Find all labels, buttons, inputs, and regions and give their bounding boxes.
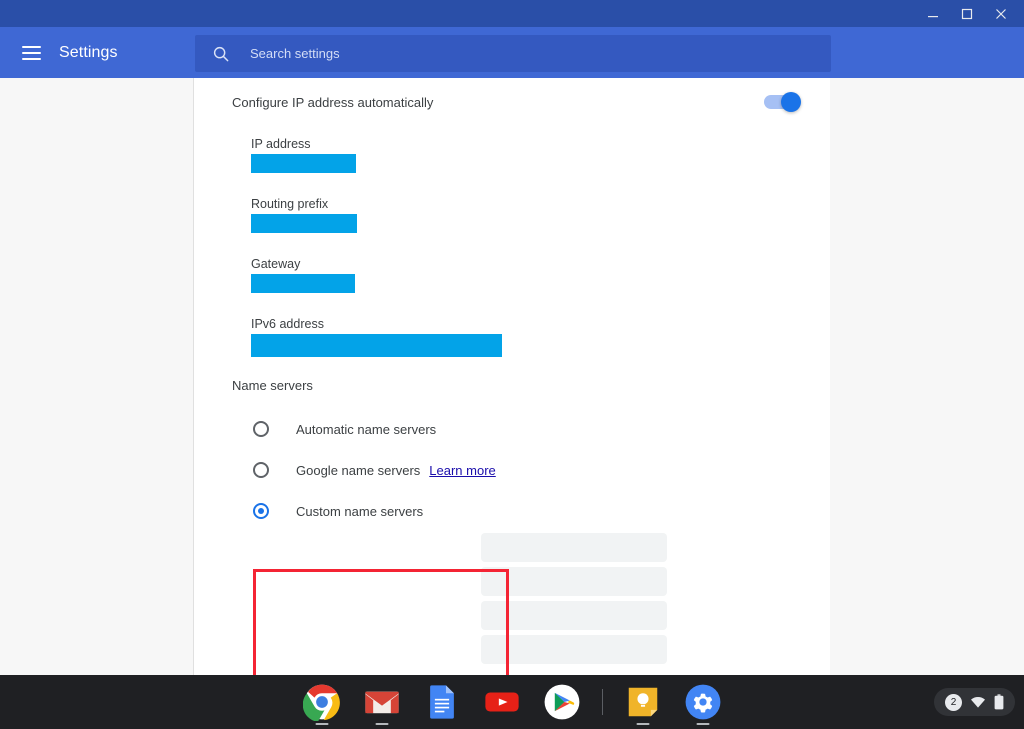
close-icon[interactable] <box>984 0 1018 27</box>
settings-gear-icon <box>685 684 720 720</box>
minimize-icon[interactable] <box>916 0 950 27</box>
tray-notification-count[interactable]: 2 <box>945 693 962 711</box>
shelf-item-youtube[interactable] <box>480 680 524 724</box>
shelf-separator <box>601 689 603 715</box>
radio-label: Automatic name servers <box>296 421 437 437</box>
shelf-item-gmail[interactable] <box>360 680 404 724</box>
page-title: Settings <box>59 43 118 61</box>
shelf-item-play-store[interactable] <box>540 680 584 724</box>
radio-custom-name-servers[interactable]: Custom name servers <box>253 501 423 521</box>
field-label: IP address <box>251 137 311 151</box>
search-bar[interactable] <box>195 35 831 72</box>
keep-icon <box>628 687 657 717</box>
configure-ip-automatically-label: Configure IP address automatically <box>232 94 434 110</box>
field-ip-address: IP address <box>251 136 356 173</box>
radio-button-icon[interactable] <box>253 421 269 437</box>
system-tray[interactable]: 2 <box>934 688 1015 716</box>
play-store-icon <box>544 684 579 720</box>
docs-icon <box>429 685 454 719</box>
shelf-item-docs[interactable] <box>420 680 464 724</box>
battery-icon[interactable] <box>994 694 1004 710</box>
settings-sidebar <box>0 78 194 675</box>
shelf-app-list <box>0 675 1024 729</box>
field-label: Routing prefix <box>251 197 329 211</box>
learn-more-link[interactable]: Learn more <box>429 463 495 478</box>
gmail-icon <box>364 691 399 714</box>
shelf-item-settings[interactable] <box>681 680 725 724</box>
page-body: Configure IP address automatically IP ad… <box>0 78 1024 675</box>
configure-ip-automatically-toggle[interactable] <box>764 92 801 112</box>
youtube-icon <box>484 692 519 712</box>
name-servers-section-label: Name servers <box>232 378 313 393</box>
window-controls <box>916 0 1018 27</box>
radio-automatic-name-servers[interactable]: Automatic name servers <box>253 419 436 439</box>
search-icon <box>213 46 229 61</box>
radio-label: Google name servers <box>296 462 421 478</box>
custom-name-server-input-3[interactable] <box>481 601 667 630</box>
hamburger-menu-icon[interactable] <box>17 39 45 67</box>
redaction-bar-ipv6-address <box>251 334 502 357</box>
field-label: Gateway <box>251 257 301 271</box>
right-gutter <box>830 78 1024 675</box>
configure-ip-automatically-row[interactable]: Configure IP address automatically <box>194 78 830 126</box>
redaction-bar-gateway <box>251 274 355 293</box>
radio-button-icon[interactable] <box>253 503 269 519</box>
field-gateway: Gateway <box>251 256 355 293</box>
field-ipv6-address: IPv6 address <box>251 316 502 357</box>
chromeos-shelf: 2 <box>0 675 1024 729</box>
radio-label: Custom name servers <box>296 503 424 519</box>
window-titlebar <box>0 0 1024 27</box>
toggle-knob <box>781 92 801 112</box>
shelf-item-keep[interactable] <box>621 680 665 724</box>
field-routing-prefix: Routing prefix <box>251 196 357 233</box>
settings-toolbar: Settings <box>0 27 1024 78</box>
custom-name-server-input-1[interactable] <box>481 533 667 562</box>
chrome-icon <box>302 684 340 721</box>
search-input[interactable] <box>250 43 831 64</box>
radio-google-name-servers[interactable]: Google name servers Learn more <box>253 460 496 480</box>
shelf-item-chrome[interactable] <box>300 680 344 724</box>
custom-name-server-input-4[interactable] <box>481 635 667 664</box>
wifi-icon[interactable] <box>970 695 986 709</box>
settings-content-card: Configure IP address automatically IP ad… <box>194 78 830 675</box>
redaction-bar-ip-address <box>251 154 356 173</box>
radio-button-icon[interactable] <box>253 462 269 478</box>
redaction-bar-routing-prefix <box>251 214 357 233</box>
chromeos-settings-screen: Settings Configure IP address automatica… <box>0 0 1024 729</box>
field-label: IPv6 address <box>251 317 324 331</box>
custom-name-server-input-2[interactable] <box>481 567 667 596</box>
maximize-icon[interactable] <box>950 0 984 27</box>
